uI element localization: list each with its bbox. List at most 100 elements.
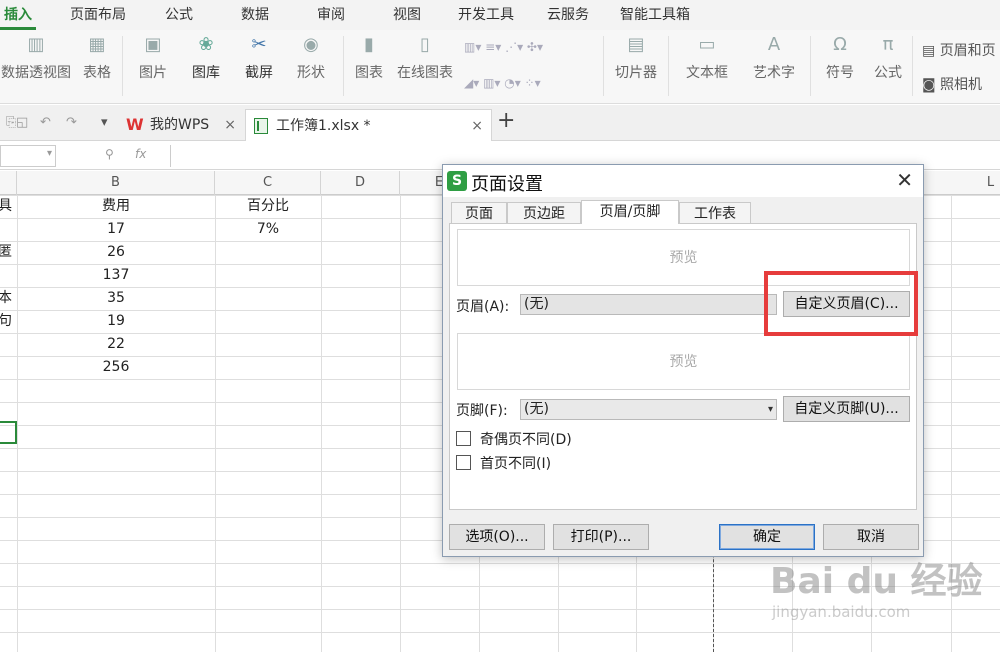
new-tab-plus-icon[interactable]: + xyxy=(497,108,515,133)
odd-even-checkbox[interactable] xyxy=(456,431,471,446)
gallery-button[interactable]: ❀ 图库 xyxy=(184,34,228,82)
online-chart-button[interactable]: ▯ 在线图表 xyxy=(394,34,456,82)
camera-button[interactable]: ◙ 照相机 xyxy=(922,74,982,94)
column-header-l[interactable]: L xyxy=(951,171,1000,195)
print-button[interactable]: 打印(P)... xyxy=(553,524,649,550)
tab-header-footer[interactable]: 页眉/页脚 xyxy=(581,200,679,224)
baidu-watermark-url: jingyan.baidu.com xyxy=(772,603,911,621)
cell-a6[interactable]: 句 xyxy=(0,310,16,333)
picture-button[interactable]: ▣ 图片 xyxy=(132,34,174,82)
chart-type-icons-row2[interactable]: ◢▾ ▥▾ ◔▾ ⁘▾ xyxy=(464,76,541,90)
ok-button[interactable]: 确定 xyxy=(719,524,815,550)
dropdown-arrow-icon: ▾ xyxy=(767,404,773,415)
cell-b8[interactable]: 256 xyxy=(17,356,215,379)
cell-a1[interactable]: 具 xyxy=(0,195,16,218)
footer-preview: 预览 xyxy=(457,333,910,390)
column-header-d[interactable]: D xyxy=(321,171,400,195)
menu-tab-view[interactable]: 视图 xyxy=(389,0,425,30)
chart-button[interactable]: ▮ 图表 xyxy=(352,34,386,82)
menu-tab-developer[interactable]: 开发工具 xyxy=(454,0,518,30)
options-button[interactable]: 选项(O)... xyxy=(449,524,545,550)
textbox-button[interactable]: ▭ 文本框 xyxy=(678,34,736,82)
ribbon-divider xyxy=(810,36,811,96)
footer-label: 页脚(F): xyxy=(456,403,508,419)
close-icon[interactable]: × xyxy=(471,110,483,142)
ribbon-divider xyxy=(912,36,913,96)
ribbon-divider xyxy=(343,36,344,96)
header-footer-icon: ▤ xyxy=(922,43,936,59)
cell-b7[interactable]: 22 xyxy=(17,333,215,356)
slicer-button[interactable]: ▤ 切片器 xyxy=(612,34,660,82)
cell-b5[interactable]: 35 xyxy=(17,287,215,310)
chart-type-icons-row1[interactable]: ▥▾ ≡▾ ⋰▾ ✣▾ xyxy=(464,40,543,54)
tab-page[interactable]: 页面 xyxy=(451,202,507,224)
header-select[interactable]: (无) xyxy=(520,294,777,315)
menu-tab-insert[interactable]: 插入 xyxy=(0,0,36,30)
bar-chart-icon: ▮ xyxy=(364,34,374,55)
wps-spreadsheet-logo-icon: S xyxy=(447,171,467,191)
header-footer-button[interactable]: ▤ 页眉和页 xyxy=(922,40,996,60)
cell-b3[interactable]: 26 xyxy=(17,241,215,264)
menu-tab-cloud[interactable]: 云服务 xyxy=(543,0,593,30)
formula-button[interactable]: π 公式 xyxy=(870,34,906,82)
spreadsheet-file-icon xyxy=(254,118,268,134)
redo-icon[interactable]: ↷ xyxy=(66,115,77,130)
quick-access-dropdown-icon[interactable]: ▾ xyxy=(101,115,108,130)
cell-b2[interactable]: 17 xyxy=(17,218,215,241)
tab-sheet[interactable]: 工作表 xyxy=(679,202,751,224)
selected-cell-outline xyxy=(0,421,17,444)
grid-line xyxy=(215,195,216,652)
table-icon: ▦ xyxy=(88,34,106,55)
custom-footer-button[interactable]: 自定义页脚(U)... xyxy=(783,396,910,422)
column-header-c[interactable]: C xyxy=(215,171,321,195)
cell-b-header[interactable]: 费用 xyxy=(17,195,215,218)
menu-tab-review[interactable]: 审阅 xyxy=(313,0,349,30)
slicer-icon: ▤ xyxy=(627,34,645,55)
new-doc-icon[interactable]: ⎘ xyxy=(6,115,16,130)
textbox-icon: ▭ xyxy=(698,34,716,55)
ribbon-divider xyxy=(603,36,604,96)
column-header-b[interactable]: B xyxy=(17,171,215,195)
screenshot-button[interactable]: ✂ 截屏 xyxy=(237,34,281,82)
zoom-search-icon[interactable]: ⚲ xyxy=(105,147,114,161)
pi-icon: π xyxy=(882,34,894,55)
wordart-button[interactable]: A 艺术字 xyxy=(745,34,803,82)
ribbon-toolbar: ▥ 数据透视图 ▦ 表格 ▣ 图片 ❀ 图库 ✂ 截屏 ◉ 形状 ▮ 图表 ▯ … xyxy=(0,30,1000,104)
undo-icon[interactable]: ↶ xyxy=(40,115,51,130)
menu-tab-data[interactable]: 数据 xyxy=(237,0,273,30)
picture-icon: ▣ xyxy=(144,34,162,55)
spreadsheet-window: 插入 页面布局 公式 数据 审阅 视图 开发工具 云服务 智能工具箱 ▥ 数据透… xyxy=(0,0,1000,652)
menu-tab-page-layout[interactable]: 页面布局 xyxy=(66,0,130,30)
tab-margins[interactable]: 页边距 xyxy=(507,202,581,224)
menu-bar: 插入 页面布局 公式 数据 审阅 视图 开发工具 云服务 智能工具箱 xyxy=(0,0,1000,30)
menu-tab-formula[interactable]: 公式 xyxy=(161,0,197,30)
column-header-a[interactable] xyxy=(0,171,17,195)
dialog-title-bar[interactable]: S 页面设置 ✕ xyxy=(443,165,923,197)
pivot-chart-button[interactable]: ▥ 数据透视图 xyxy=(0,34,72,82)
close-icon[interactable]: × xyxy=(224,109,236,141)
cell-c2[interactable]: 7% xyxy=(215,218,321,241)
menu-tab-smart-tools[interactable]: 智能工具箱 xyxy=(616,0,694,30)
dialog-title: 页面设置 xyxy=(471,174,543,195)
table-button[interactable]: ▦ 表格 xyxy=(80,34,114,82)
highlight-annotation-box xyxy=(764,271,918,336)
name-box[interactable] xyxy=(0,145,56,167)
close-icon[interactable]: ✕ xyxy=(896,168,913,192)
shapes-button[interactable]: ◉ 形状 xyxy=(289,34,333,82)
first-page-checkbox[interactable] xyxy=(456,455,471,470)
preview-icon[interactable]: ◱ xyxy=(16,115,28,130)
tab-my-wps[interactable]: W 我的WPS × xyxy=(120,109,244,141)
tab-workbook[interactable]: 工作簿1.xlsx * × xyxy=(245,109,492,141)
cell-a5[interactable]: 本 xyxy=(0,287,16,310)
cell-b4[interactable]: 137 xyxy=(17,264,215,287)
function-icon[interactable]: fx xyxy=(135,147,146,161)
cell-c-header[interactable]: 百分比 xyxy=(215,195,321,218)
cell-b6[interactable]: 19 xyxy=(17,310,215,333)
cancel-button[interactable]: 取消 xyxy=(823,524,919,550)
online-chart-icon: ▯ xyxy=(420,34,430,55)
footer-select[interactable]: (无) ▾ xyxy=(520,399,777,420)
wps-logo-icon: W xyxy=(126,115,144,134)
symbol-button[interactable]: Ω 符号 xyxy=(818,34,862,82)
omega-icon: Ω xyxy=(833,34,847,55)
cell-a3[interactable]: 匿 xyxy=(0,241,16,264)
